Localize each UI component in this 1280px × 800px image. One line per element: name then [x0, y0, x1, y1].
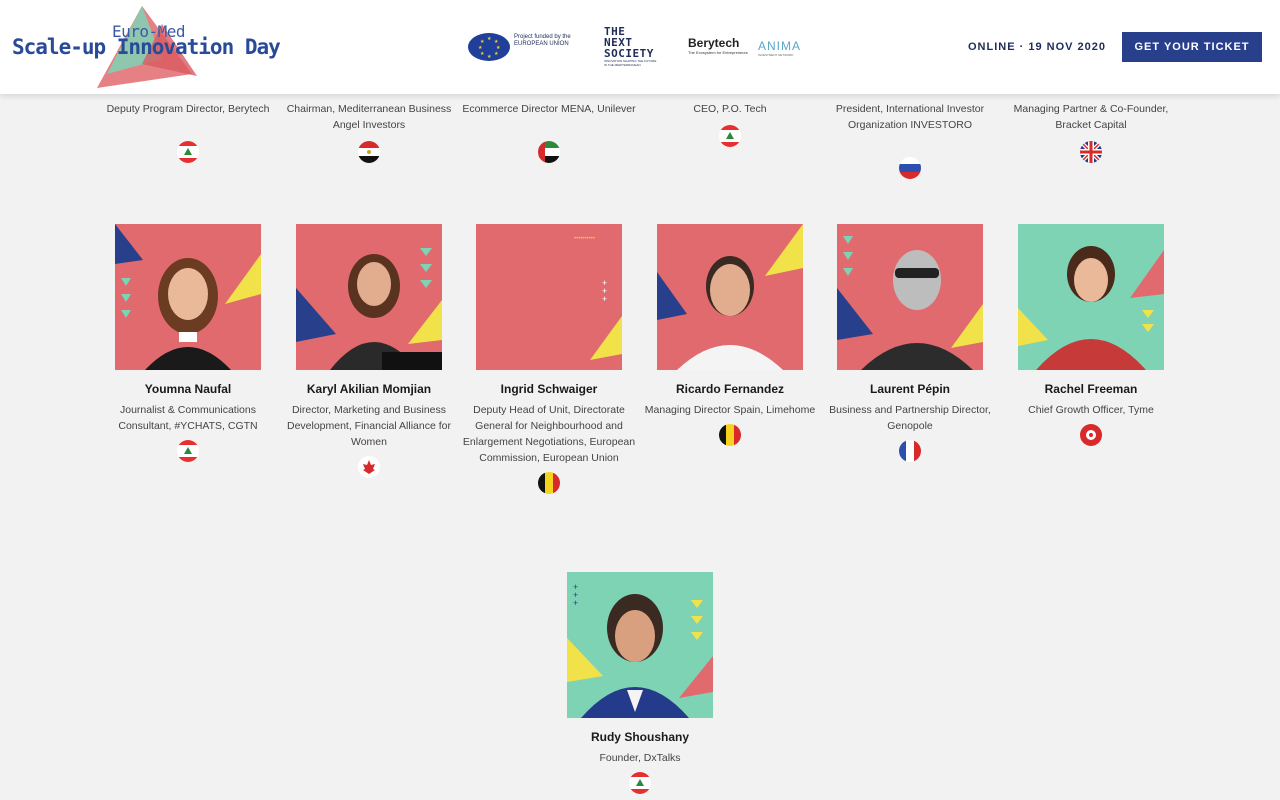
- logo-main-text: Scale-up Innovation Day: [12, 35, 281, 59]
- next-society-title: THE NEXT SOCIETY: [604, 25, 654, 60]
- speaker-role: Deputy Head of Unit, Directorate General…: [462, 404, 636, 464]
- eu-funding-logo[interactable]: ★ ★ ★ ★ ★ ★ ★ ★ Project funded by the EUROPE…: [468, 27, 578, 61]
- speaker-card[interactable]: •••••••••• + + + Ingrid Schwaiger Deputy…: [459, 224, 639, 494]
- svg-text:+: +: [573, 598, 578, 608]
- berytech-logo[interactable]: Berytech The Ecosystem for Entrepreneurs: [688, 36, 748, 60]
- lebanon-flag-icon: [629, 772, 651, 794]
- speaker-card[interactable]: Rachel Freeman Chief Growth Officer, Tym…: [1001, 224, 1181, 446]
- speaker-role: Founder, DxTalks: [599, 752, 681, 764]
- speaker-role: Chief Growth Officer, Tyme: [1028, 404, 1154, 416]
- berytech-name: Berytech: [688, 36, 740, 50]
- speaker-photo: [1018, 224, 1164, 370]
- anima-logo[interactable]: ANIMA INVESTMENT NETWORK: [758, 39, 801, 57]
- speaker-role: Managing Partner & Co-Founder, Bracket C…: [1013, 103, 1169, 131]
- event-date-label: ONLINE · 19 NOV 2020: [968, 41, 1106, 53]
- france-flag-icon: [899, 440, 921, 462]
- speaker-card[interactable]: + + + Rudy Shoushany Founder, DxTalks: [550, 572, 730, 794]
- speaker-name: Ingrid Schwaiger: [500, 382, 598, 396]
- berytech-tagline: The Ecosystem for Entrepreneurs: [688, 50, 748, 55]
- speaker-card[interactable]: Ricardo Fernandez Managing Director Spai…: [640, 224, 820, 446]
- canada-flag-icon: [358, 456, 380, 478]
- speaker-card[interactable]: Karyl Akilian Momjian Director, Marketin…: [279, 224, 459, 478]
- speaker-photo: •••••••••• + + +: [476, 224, 622, 370]
- eu-funding-text: Project funded by the EUROPEAN UNION: [514, 34, 571, 47]
- speaker-name: Karyl Akilian Momjian: [306, 382, 432, 396]
- speaker-name: Youmna Naufal: [144, 382, 232, 396]
- uk-flag-icon: [1080, 141, 1102, 163]
- eu-flag-icon: ★ ★ ★ ★ ★ ★ ★ ★: [468, 33, 510, 61]
- speaker-photo: [115, 224, 261, 370]
- russia-flag-icon: [899, 157, 921, 179]
- egypt-flag-icon: [358, 141, 380, 163]
- speaker-role: President, International Investor Organi…: [835, 103, 985, 131]
- hongkong-flag-icon: [1080, 424, 1102, 446]
- uae-flag-icon: [538, 141, 560, 163]
- speaker-name: Rachel Freeman: [1044, 382, 1138, 396]
- get-ticket-button[interactable]: GET YOUR TICKET: [1122, 32, 1262, 62]
- speaker-role: Director, Marketing and Business Develop…: [286, 404, 451, 448]
- speaker-photo: [657, 224, 803, 370]
- speaker-role: Ecommerce Director MENA, Unilever: [462, 103, 636, 115]
- speaker-photo: [296, 224, 442, 370]
- speaker-card[interactable]: Laurent Pépin Business and Partnership D…: [820, 224, 1000, 462]
- site-header: Euro-Med Scale-up Innovation Day ★ ★ ★ ★ ★…: [0, 0, 1280, 94]
- speaker-name: Laurent Pépin: [869, 382, 950, 396]
- speaker-role: Business and Partnership Director, Genop…: [829, 404, 991, 432]
- speaker-card[interactable]: Youmna Naufal Journalist & Communication…: [98, 224, 278, 462]
- svg-text:+: +: [602, 294, 607, 304]
- speaker-role: Chairman, Mediterranean Business Angel I…: [286, 103, 452, 131]
- speaker-photo: [837, 224, 983, 370]
- speaker-name: Ricardo Fernandez: [675, 382, 785, 396]
- speaker-name: Rudy Shoushany: [590, 730, 689, 744]
- lebanon-flag-icon: [177, 141, 199, 163]
- speaker-role: Managing Director Spain, Limehome: [644, 404, 816, 416]
- lebanon-flag-icon: [177, 440, 199, 462]
- svg-text:••••••••••: ••••••••••: [574, 236, 595, 242]
- site-logo[interactable]: Euro-Med Scale-up Innovation Day: [12, 4, 287, 90]
- speaker-role: Deputy Program Director, Berytech: [106, 103, 270, 115]
- speaker-photo: + + +: [567, 572, 713, 718]
- next-society-logo[interactable]: THE NEXT SOCIETY INNOVATION SHAPING THE …: [604, 26, 660, 68]
- anima-name: ANIMA: [758, 39, 802, 53]
- anima-tagline: INVESTMENT NETWORK: [758, 53, 794, 57]
- next-society-tagline: INNOVATION SHAPING THE FUTURE IN THE MED…: [604, 59, 657, 67]
- speaker-role: CEO, P.O. Tech: [693, 103, 767, 115]
- belgium-flag-icon: [538, 472, 560, 494]
- speaker-role: Journalist & Communications Consultant, …: [118, 404, 258, 432]
- belgium-flag-icon: [719, 424, 741, 446]
- lebanon-flag-icon: [719, 125, 741, 147]
